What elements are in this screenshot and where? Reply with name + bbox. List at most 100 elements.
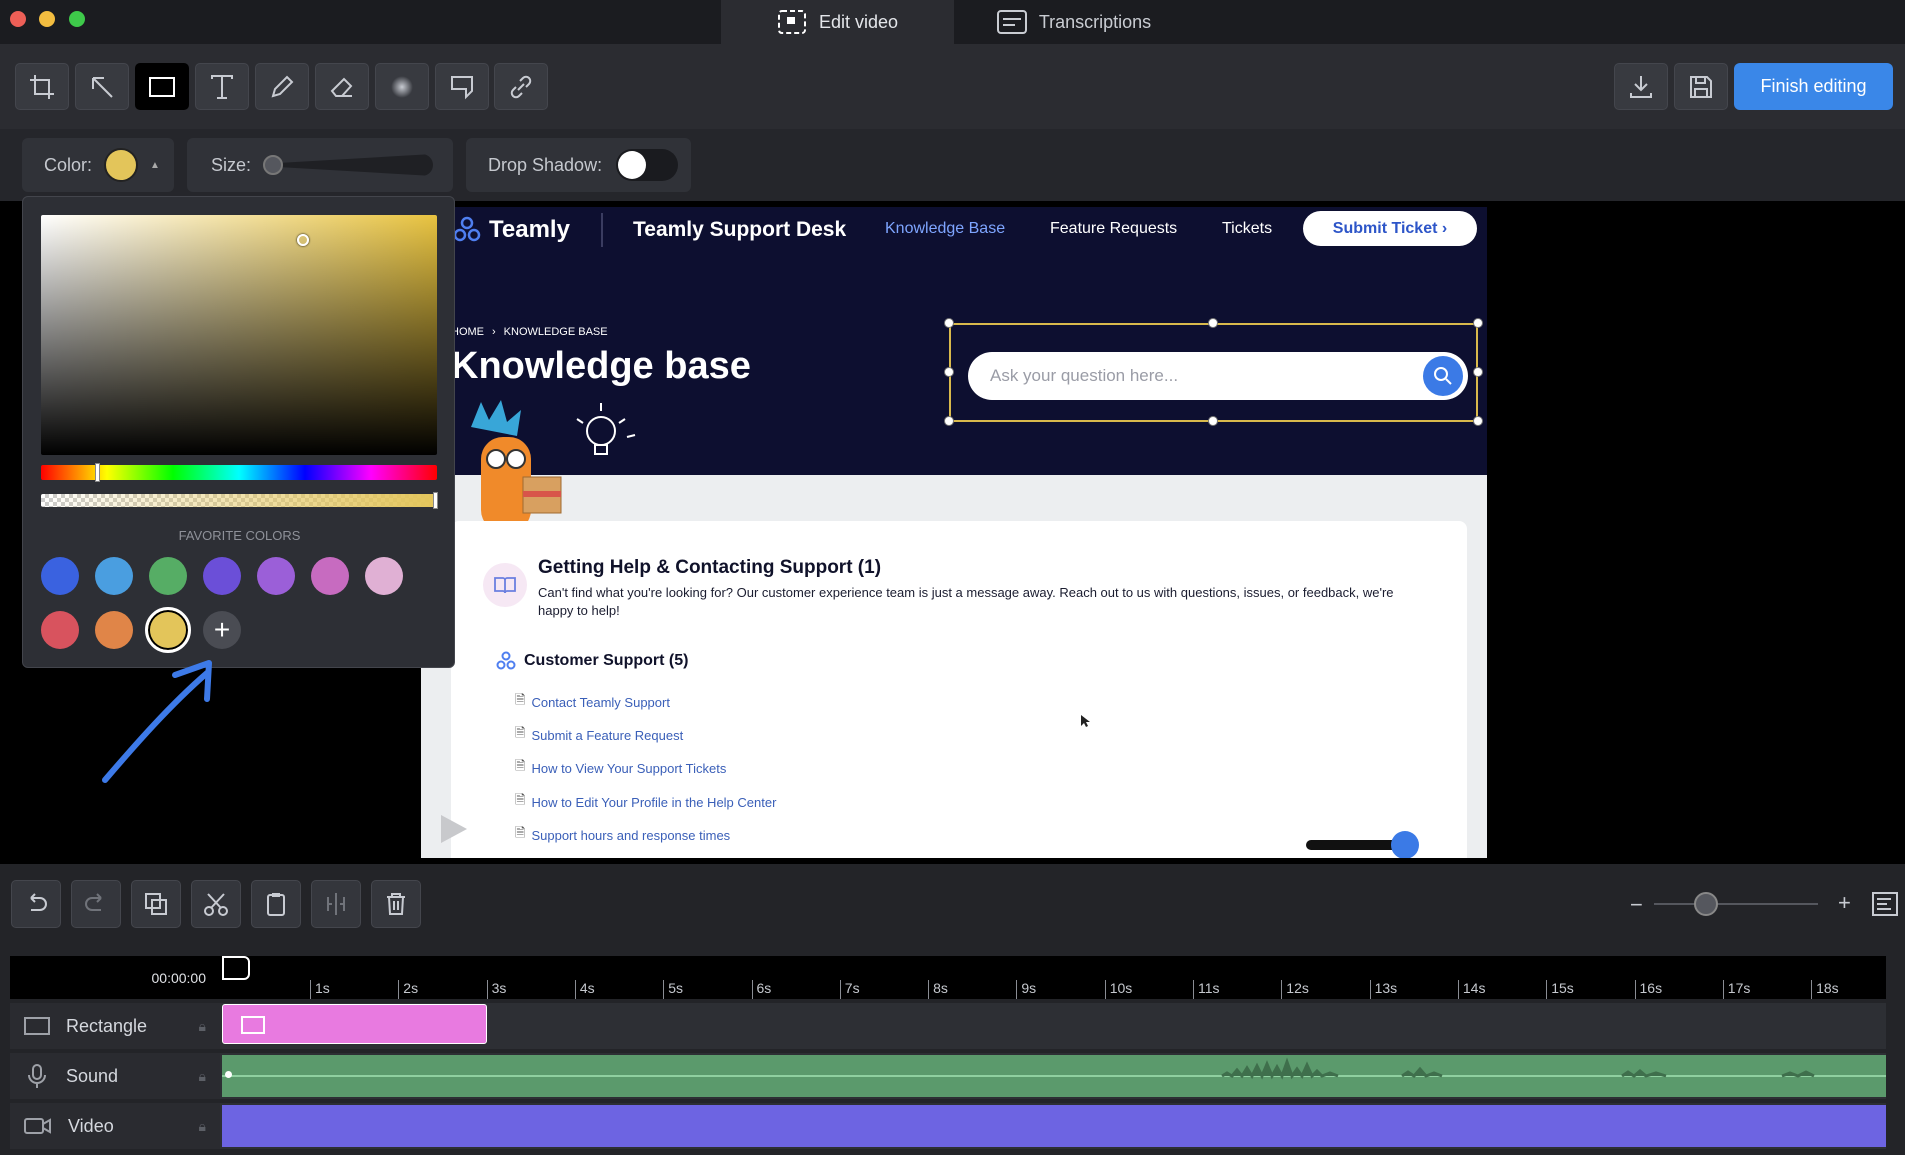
playhead[interactable] [222, 956, 250, 980]
video-volume-slider[interactable] [1306, 840, 1401, 850]
ruler-tick-label: 10s [1104, 980, 1132, 999]
play-icon[interactable] [439, 813, 469, 845]
link-tool-button[interactable] [494, 63, 548, 110]
article-link[interactable]: 🗎 Support hours and response times [515, 824, 730, 846]
track-label-sound[interactable]: Sound 🔒︎ [10, 1053, 220, 1099]
download-button[interactable] [1614, 63, 1668, 110]
timeline-ruler[interactable] [10, 956, 1886, 999]
lock-icon[interactable]: 🔒︎ [199, 1018, 206, 1035]
blur-tool-button[interactable] [375, 63, 429, 110]
article-link[interactable]: 🗎 Submit a Feature Request [515, 724, 683, 746]
scissors-icon [204, 893, 228, 916]
arrow-icon [92, 76, 113, 98]
eraser-tool-button[interactable] [315, 63, 369, 110]
swatch-orange[interactable] [95, 611, 133, 649]
sound-keyframe[interactable] [225, 1071, 232, 1078]
pen-tool-button[interactable] [255, 63, 309, 110]
close-window-button[interactable] [10, 11, 26, 27]
video-volume-thumb[interactable] [1391, 831, 1419, 858]
swatch-pink[interactable] [365, 557, 403, 595]
nav-tickets[interactable]: Tickets [1222, 220, 1272, 238]
lock-icon[interactable]: 🔒︎ [199, 1068, 206, 1085]
undo-button[interactable] [11, 880, 61, 928]
zoom-in-button[interactable]: + [1838, 890, 1851, 916]
resize-handle[interactable] [944, 318, 954, 328]
finish-editing-button[interactable]: Finish editing [1734, 63, 1893, 110]
cut-button[interactable] [191, 880, 241, 928]
swatch-red[interactable] [41, 611, 79, 649]
zoom-out-button[interactable]: − [1630, 892, 1643, 918]
swatch-purple[interactable] [257, 557, 295, 595]
paste-button[interactable] [251, 880, 301, 928]
rectangle-clip[interactable] [222, 1004, 487, 1044]
text-tool-button[interactable] [195, 63, 249, 110]
highlight-tool-button[interactable] [435, 63, 489, 110]
edit-video-icon [777, 10, 806, 34]
pencil-icon [271, 75, 294, 97]
ruler-tick-label: 18s [1811, 980, 1839, 999]
minimize-window-button[interactable] [39, 11, 55, 27]
track-name: Sound [66, 1065, 119, 1086]
swatch-indigo[interactable] [203, 557, 241, 595]
tab-edit-video[interactable]: Edit video [721, 0, 954, 44]
submit-ticket-button[interactable]: Submit Ticket › [1303, 211, 1477, 246]
size-slider-thumb[interactable] [263, 155, 284, 175]
highlight-icon [451, 75, 473, 99]
track-label-rectangle[interactable]: Rectangle 🔒︎ [10, 1003, 220, 1049]
swatch-light-blue[interactable] [95, 557, 133, 595]
swatch-green[interactable] [149, 557, 187, 595]
resize-handle[interactable] [1473, 367, 1483, 377]
article-link[interactable]: 🗎 How to View Your Support Tickets [515, 757, 726, 779]
saturation-handle[interactable] [297, 234, 309, 246]
tab-transcriptions[interactable]: Transcriptions [954, 0, 1194, 44]
rectangle-icon [241, 1016, 265, 1034]
sound-clip[interactable] [222, 1055, 1886, 1097]
resize-handle[interactable] [944, 416, 954, 426]
hue-slider[interactable] [41, 465, 437, 480]
maximize-window-button[interactable] [69, 11, 85, 27]
ruler-tick-label: 5s [663, 980, 683, 999]
zoom-slider[interactable] [1654, 903, 1818, 905]
nav-knowledge-base[interactable]: Knowledge Base [885, 220, 1005, 238]
hue-handle[interactable] [95, 463, 100, 482]
section-title[interactable]: Getting Help & Contacting Support (1) [538, 557, 881, 579]
timeline-settings-icon[interactable] [1872, 892, 1898, 916]
zoom-slider-thumb[interactable] [1694, 892, 1718, 916]
save-button[interactable] [1674, 63, 1728, 110]
add-color-button[interactable]: + [203, 611, 241, 649]
duplicate-button[interactable] [131, 880, 181, 928]
article-link-label: Submit a Feature Request [531, 727, 684, 743]
rectangle-tool-button[interactable] [135, 63, 189, 110]
tab-transcriptions-label: Transcriptions [1038, 11, 1152, 32]
nav-feature-requests[interactable]: Feature Requests [1050, 220, 1177, 238]
opacity-handle[interactable] [433, 492, 438, 509]
size-slider[interactable] [263, 150, 434, 180]
article-link[interactable]: 🗎 How to Edit Your Profile in the Help Ce… [515, 791, 776, 813]
swatch-magenta[interactable] [311, 557, 349, 595]
drop-shadow-toggle[interactable] [616, 149, 679, 181]
color-property[interactable]: Color: ▲ [22, 138, 174, 192]
resize-handle[interactable] [1473, 416, 1483, 426]
redo-button[interactable] [71, 880, 121, 928]
resize-handle[interactable] [1473, 318, 1483, 328]
video-clip[interactable] [222, 1105, 1886, 1147]
swatch-blue[interactable] [41, 557, 79, 595]
crop-tool-button[interactable] [15, 63, 69, 110]
category-title[interactable]: Customer Support (5) [524, 652, 688, 670]
track-label-video[interactable]: Video 🔒︎ [10, 1103, 220, 1149]
resize-handle[interactable] [1208, 318, 1218, 328]
delete-button[interactable] [371, 880, 421, 928]
arrow-tool-button[interactable] [75, 63, 129, 110]
resize-handle[interactable] [1208, 416, 1218, 426]
opacity-slider[interactable] [41, 494, 437, 507]
split-button[interactable] [311, 880, 361, 928]
caret-up-icon: ▲ [150, 159, 160, 171]
saturation-value-area[interactable] [41, 215, 437, 455]
article-link[interactable]: 🗎 Contact Teamly Support [515, 691, 670, 713]
video-frame[interactable]: Teamly Teamly Support Desk Knowledge Bas… [421, 207, 1487, 858]
resize-handle[interactable] [944, 367, 954, 377]
breadcrumb-home[interactable]: HOME [451, 326, 484, 338]
lock-icon[interactable]: 🔒︎ [199, 1118, 206, 1135]
swatch-yellow-selected[interactable] [145, 607, 191, 653]
rectangle-annotation[interactable] [949, 323, 1478, 422]
